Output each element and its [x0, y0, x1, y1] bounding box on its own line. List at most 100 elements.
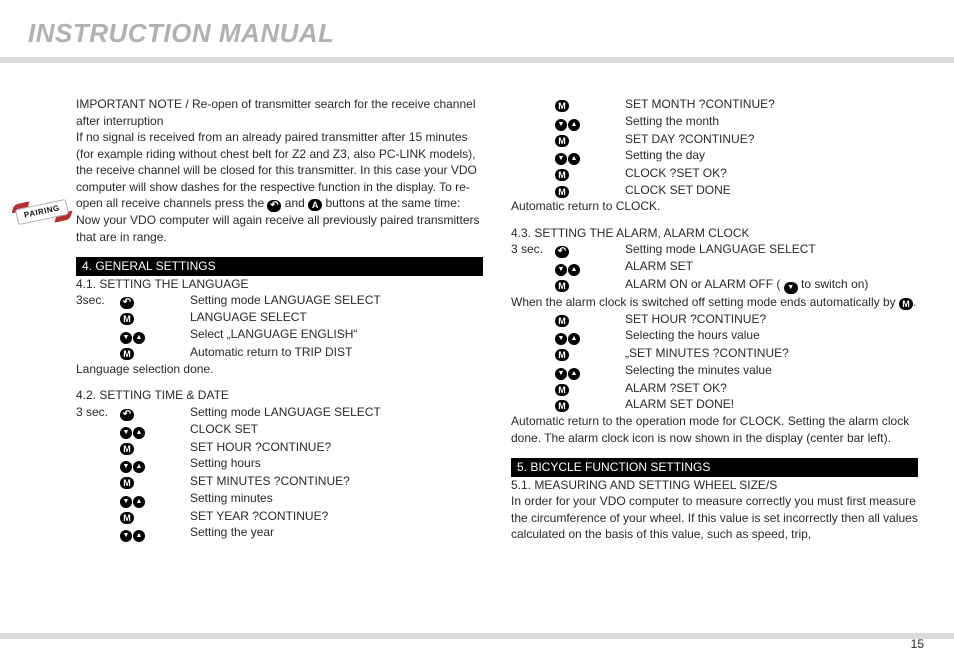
- step-duration: [511, 396, 555, 413]
- m-button-icon: M: [555, 384, 569, 396]
- step-icon-cell: [120, 404, 190, 421]
- m-button-icon: M: [555, 135, 569, 147]
- m-button-icon: M: [555, 186, 569, 198]
- step-duration: [511, 311, 555, 328]
- m-button-icon: M: [899, 298, 913, 310]
- page-header: INSTRUCTION MANUAL: [0, 0, 954, 63]
- step-text: ALARM ?SET OK?: [625, 380, 918, 397]
- step-text: LANGUAGE SELECT: [190, 309, 483, 326]
- table-row: M ALARM ON or ALARM OFF ( to switch on): [511, 276, 918, 294]
- back-icon: [120, 409, 134, 421]
- table-row: Setting the day: [511, 147, 918, 165]
- step-icon-cell: M: [120, 473, 190, 490]
- table-row: 3sec.Setting mode LANGUAGE SELECT: [76, 292, 483, 309]
- intro-heading: IMPORTANT NOTE / Re-open of transmitter …: [76, 96, 483, 129]
- step-icon-cell: [555, 258, 625, 276]
- m-button-icon: M: [120, 348, 134, 360]
- step-icon-cell: M: [555, 396, 625, 413]
- m-button-icon: M: [120, 313, 134, 325]
- step-duration: [511, 258, 555, 276]
- step-icon-cell: [555, 362, 625, 380]
- step-text: Select „LANGUAGE ENGLISH“: [190, 326, 483, 344]
- step-icon-cell: [555, 147, 625, 165]
- back-icon: [120, 297, 134, 309]
- step-duration: [511, 182, 555, 199]
- step-icon-cell: M: [120, 309, 190, 326]
- table-row: 3 sec. Setting mode LANGUAGE SELECT: [76, 404, 483, 421]
- step-text: Setting the day: [625, 147, 918, 165]
- step-text: CLOCK ?SET OK?: [625, 165, 918, 182]
- steps-42: 3 sec. Setting mode LANGUAGE SELECTCLOCK …: [76, 404, 483, 543]
- step-icon-cell: M: [120, 508, 190, 525]
- m-button-icon: M: [120, 477, 134, 489]
- down-up-icon: [555, 119, 580, 131]
- step-duration: [76, 421, 120, 439]
- step-text: CLOCK SET DONE: [625, 182, 918, 199]
- step-text: Setting mode LANGUAGE SELECT: [190, 292, 483, 309]
- table-row: Selecting the minutes value: [511, 362, 918, 380]
- section-5-bar: 5. BICYCLE FUNCTION SETTINGS: [511, 458, 918, 477]
- s51-body: In order for your VDO computer to measur…: [511, 493, 918, 543]
- table-row: Setting minutes: [76, 490, 483, 508]
- down-up-icon: [120, 332, 145, 344]
- step-duration: [511, 345, 555, 362]
- step-icon-cell: [555, 327, 625, 345]
- table-row: MSET HOUR ?CONTINUE?: [511, 311, 918, 328]
- step-duration: [76, 326, 120, 344]
- step-duration: [511, 380, 555, 397]
- step-text: Selecting the hours value: [625, 327, 918, 345]
- step-icon-cell: [120, 326, 190, 344]
- table-row: Selecting the hours value: [511, 327, 918, 345]
- step-duration: [76, 473, 120, 490]
- step-text: CLOCK SET: [190, 421, 483, 439]
- table-row: Setting the month: [511, 113, 918, 131]
- section-4-bar: 4. GENERAL SETTINGS: [76, 257, 483, 276]
- step-text: SET YEAR ?CONTINUE?: [190, 508, 483, 525]
- down-up-icon: [120, 496, 145, 508]
- table-row: M ALARM SET DONE!: [511, 396, 918, 413]
- table-row: MSET MINUTES ?CONTINUE?: [76, 473, 483, 490]
- step-text: ALARM SET: [625, 258, 918, 276]
- table-row: MAutomatic return to TRIP DIST: [76, 344, 483, 361]
- m-button-icon: M: [120, 512, 134, 524]
- step-duration: [511, 362, 555, 380]
- step-text: SET MONTH ?CONTINUE?: [625, 96, 918, 113]
- step-text: Setting mode LANGUAGE SELECT: [190, 404, 483, 421]
- m-button-icon: M: [555, 349, 569, 361]
- step-duration: 3 sec.: [511, 241, 555, 258]
- step-text: Setting minutes: [190, 490, 483, 508]
- m-button-icon: M: [555, 169, 569, 181]
- subsection-51-title: 5.1. MEASURING AND SETTING WHEEL SIZE/S: [511, 477, 918, 494]
- step-icon-cell: [120, 421, 190, 439]
- m-button-icon: M: [555, 400, 569, 412]
- step-text: Setting the month: [625, 113, 918, 131]
- step-duration: [76, 455, 120, 473]
- step-duration: 3 sec.: [76, 404, 120, 421]
- step-text: SET HOUR ?CONTINUE?: [625, 311, 918, 328]
- page-number: 15: [911, 637, 924, 651]
- step-icon-cell: M: [555, 380, 625, 397]
- step-text: Setting the year: [190, 524, 483, 542]
- down-up-icon: [555, 333, 580, 345]
- steps-43b: MSET HOUR ?CONTINUE?Selecting the hours …: [511, 311, 918, 413]
- table-row: M SET YEAR ?CONTINUE?: [76, 508, 483, 525]
- subsection-43-title: 4.3. SETTING THE ALARM, ALARM CLOCK: [511, 225, 918, 242]
- step-icon-cell: M: [120, 439, 190, 456]
- step-icon-cell: M: [120, 344, 190, 361]
- step-duration: [511, 327, 555, 345]
- step-duration: [511, 165, 555, 182]
- step-text: SET DAY ?CONTINUE?: [625, 131, 918, 148]
- step-text: ALARM SET DONE!: [625, 396, 918, 413]
- steps-42-cont: M SET MONTH ?CONTINUE?Setting the month M S…: [511, 96, 918, 198]
- table-row: M ALARM ?SET OK?: [511, 380, 918, 397]
- down-up-icon: [120, 461, 145, 473]
- down-up-icon: [555, 368, 580, 380]
- steps-41: 3sec.Setting mode LANGUAGE SELECT M LANGUA…: [76, 292, 483, 360]
- step-icon-cell: [555, 241, 625, 258]
- down-up-icon: [555, 153, 580, 165]
- table-row: M CLOCK SET DONE: [511, 182, 918, 199]
- m-button-icon: M: [555, 100, 569, 112]
- step-duration: [76, 508, 120, 525]
- step-duration: [76, 490, 120, 508]
- m-button-icon: M: [120, 443, 134, 455]
